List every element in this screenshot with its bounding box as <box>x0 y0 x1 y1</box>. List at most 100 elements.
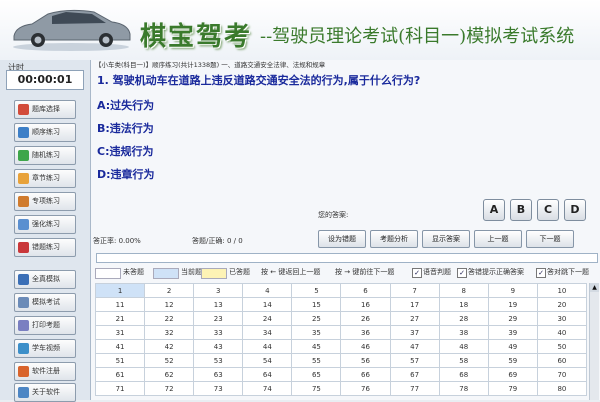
question-cell[interactable]: 12 <box>144 297 195 312</box>
question-cell[interactable]: 67 <box>389 367 440 382</box>
question-cell[interactable]: 60 <box>536 353 588 368</box>
question-cell[interactable]: 16 <box>340 297 391 312</box>
next-question-button[interactable]: 下一题 <box>526 230 574 248</box>
question-cell[interactable]: 27 <box>389 311 440 326</box>
grid-scrollbar[interactable]: ▲ <box>589 283 599 400</box>
question-cell[interactable]: 80 <box>536 381 588 396</box>
choice-b-button[interactable]: B <box>510 199 532 221</box>
question-cell[interactable]: 11 <box>94 297 146 312</box>
random-practice-button[interactable]: 随机练习 <box>14 146 76 165</box>
question-cell[interactable]: 45 <box>291 339 342 354</box>
question-cell[interactable]: 72 <box>144 381 195 396</box>
question-cell[interactable]: 36 <box>340 325 391 340</box>
question-cell[interactable]: 37 <box>389 325 440 340</box>
question-cell[interactable]: 56 <box>340 353 391 368</box>
question-cell[interactable]: 18 <box>438 297 489 312</box>
question-cell[interactable]: 17 <box>389 297 440 312</box>
question-cell[interactable]: 20 <box>536 297 588 312</box>
question-cell[interactable]: 33 <box>193 325 244 340</box>
question-cell[interactable]: 76 <box>340 381 391 396</box>
question-cell[interactable]: 64 <box>242 367 293 382</box>
question-cell[interactable]: 13 <box>193 297 244 312</box>
question-cell[interactable]: 77 <box>389 381 440 396</box>
driving-video-button[interactable]: 学车视频 <box>14 339 76 358</box>
analysis-button[interactable]: 考题分析 <box>370 230 418 248</box>
question-cell[interactable]: 21 <box>94 311 146 326</box>
question-cell[interactable]: 47 <box>389 339 440 354</box>
question-cell[interactable]: 59 <box>487 353 538 368</box>
register-button[interactable]: 软件注册 <box>14 362 76 381</box>
question-cell[interactable]: 58 <box>438 353 489 368</box>
question-cell[interactable]: 73 <box>193 381 244 396</box>
question-cell[interactable]: 22 <box>144 311 195 326</box>
question-cell[interactable]: 55 <box>291 353 342 368</box>
question-cell[interactable]: 19 <box>487 297 538 312</box>
question-cell[interactable]: 34 <box>242 325 293 340</box>
question-cell[interactable]: 31 <box>94 325 146 340</box>
choice-d-button[interactable]: D <box>564 199 586 221</box>
wrong-hint-checkbox[interactable]: ✓ <box>457 268 467 278</box>
prev-question-button[interactable]: 上一题 <box>474 230 522 248</box>
question-cell[interactable]: 25 <box>291 311 342 326</box>
question-cell[interactable]: 8 <box>438 283 489 298</box>
question-cell[interactable]: 4 <box>242 283 293 298</box>
question-cell[interactable]: 28 <box>438 311 489 326</box>
question-cell[interactable]: 75 <box>291 381 342 396</box>
question-cell[interactable]: 30 <box>536 311 588 326</box>
question-cell[interactable]: 35 <box>291 325 342 340</box>
intensive-practice-button[interactable]: 强化练习 <box>14 215 76 234</box>
question-cell[interactable]: 44 <box>242 339 293 354</box>
question-cell[interactable]: 70 <box>536 367 588 382</box>
question-cell[interactable]: 69 <box>487 367 538 382</box>
show-answer-button[interactable]: 显示答案 <box>422 230 470 248</box>
question-cell[interactable]: 42 <box>144 339 195 354</box>
mock-exam-button[interactable]: 模拟考试 <box>14 293 76 312</box>
print-questions-button[interactable]: 打印考题 <box>14 316 76 335</box>
topic-practice-button[interactable]: 专项练习 <box>14 192 76 211</box>
question-cell[interactable]: 26 <box>340 311 391 326</box>
question-cell[interactable]: 40 <box>536 325 588 340</box>
question-cell[interactable]: 78 <box>438 381 489 396</box>
sequential-practice-button[interactable]: 顺序练习 <box>14 123 76 142</box>
question-cell[interactable]: 39 <box>487 325 538 340</box>
choice-a-button[interactable]: A <box>483 199 505 221</box>
question-cell[interactable]: 66 <box>340 367 391 382</box>
question-cell[interactable]: 23 <box>193 311 244 326</box>
question-cell[interactable]: 3 <box>193 283 244 298</box>
mark-wrong-button[interactable]: 设为错题 <box>318 230 366 248</box>
question-cell[interactable]: 53 <box>193 353 244 368</box>
question-cell[interactable]: 10 <box>536 283 588 298</box>
bank-select-button[interactable]: 题库选择 <box>14 100 76 119</box>
about-button[interactable]: 关于软件 <box>14 383 76 402</box>
question-cell[interactable]: 49 <box>487 339 538 354</box>
question-cell[interactable]: 52 <box>144 353 195 368</box>
question-cell[interactable]: 51 <box>94 353 146 368</box>
wrong-practice-button[interactable]: 错题练习 <box>14 238 76 257</box>
question-cell[interactable]: 74 <box>242 381 293 396</box>
question-cell[interactable]: 29 <box>487 311 538 326</box>
full-simulation-button[interactable]: 全真模拟 <box>14 270 76 289</box>
question-cell[interactable]: 38 <box>438 325 489 340</box>
choice-c-button[interactable]: C <box>537 199 559 221</box>
question-cell[interactable]: 24 <box>242 311 293 326</box>
question-cell[interactable]: 46 <box>340 339 391 354</box>
question-cell[interactable]: 41 <box>94 339 146 354</box>
scroll-up-icon[interactable]: ▲ <box>590 283 599 292</box>
question-cell[interactable]: 68 <box>438 367 489 382</box>
question-cell[interactable]: 63 <box>193 367 244 382</box>
question-cell[interactable]: 79 <box>487 381 538 396</box>
question-cell[interactable]: 57 <box>389 353 440 368</box>
question-cell[interactable]: 54 <box>242 353 293 368</box>
question-cell[interactable]: 61 <box>94 367 146 382</box>
question-cell[interactable]: 1 <box>94 283 146 298</box>
question-cell[interactable]: 65 <box>291 367 342 382</box>
question-cell[interactable]: 7 <box>389 283 440 298</box>
question-cell[interactable]: 9 <box>487 283 538 298</box>
voice-checkbox[interactable]: ✓ <box>412 268 422 278</box>
question-cell[interactable]: 48 <box>438 339 489 354</box>
question-cell[interactable]: 71 <box>94 381 146 396</box>
question-cell[interactable]: 50 <box>536 339 588 354</box>
auto-next-checkbox[interactable]: ✓ <box>536 268 546 278</box>
question-cell[interactable]: 15 <box>291 297 342 312</box>
question-cell[interactable]: 5 <box>291 283 342 298</box>
